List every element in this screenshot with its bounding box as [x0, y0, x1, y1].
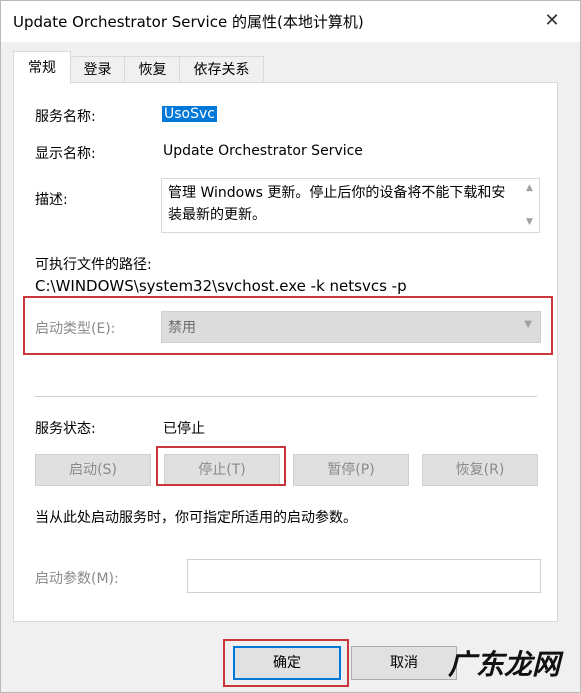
annotation-box-ok	[223, 639, 349, 687]
service-name-value[interactable]: UsoSvc	[162, 106, 217, 122]
service-status-label: 服务状态:	[35, 421, 96, 437]
annotation-box-stop	[156, 446, 286, 486]
tab-general[interactable]: 常规	[13, 51, 71, 84]
start-button[interactable]: 启动(S)	[35, 454, 151, 486]
cancel-button[interactable]: 取消	[351, 646, 457, 680]
description-text: 管理 Windows 更新。停止后你的设备将不能下载和安装最新的更新。	[168, 185, 506, 223]
description-scrollbar[interactable]: ▲ ▼	[522, 179, 539, 232]
tab-logon[interactable]: 登录	[69, 56, 126, 83]
resume-button[interactable]: 恢复(R)	[422, 454, 538, 486]
description-box[interactable]: 管理 Windows 更新。停止后你的设备将不能下载和安装最新的更新。 ▲ ▼	[161, 178, 540, 233]
start-params-hint: 当从此处启动服务时，你可指定所适用的启动参数。	[35, 510, 357, 526]
start-params-input[interactable]	[187, 559, 541, 593]
service-status-value: 已停止	[163, 421, 205, 437]
exec-path-value[interactable]: C:\WINDOWS\system32\svchost.exe -k netsv…	[35, 277, 407, 295]
start-params-label: 启动参数(M):	[35, 571, 119, 587]
service-name-label: 服务名称:	[35, 109, 96, 125]
watermark: 广东龙网	[448, 648, 561, 681]
general-panel: 服务名称: UsoSvc 显示名称: Update Orchestrator S…	[13, 82, 558, 622]
divider	[35, 396, 537, 397]
scroll-down-icon[interactable]: ▼	[526, 217, 533, 227]
window-title: Update Orchestrator Service 的属性(本地计算机)	[13, 13, 364, 31]
title-bar: Update Orchestrator Service 的属性(本地计算机) ✕	[1, 1, 580, 42]
close-icon[interactable]: ✕	[538, 7, 566, 35]
exec-path-label: 可执行文件的路径:	[35, 257, 152, 273]
tab-recovery[interactable]: 恢复	[124, 56, 181, 83]
tab-dependencies[interactable]: 依存关系	[179, 56, 264, 83]
annotation-box-startup	[23, 296, 553, 355]
display-name-label: 显示名称:	[35, 146, 96, 162]
display-name-value[interactable]: Update Orchestrator Service	[163, 143, 363, 159]
scroll-up-icon[interactable]: ▲	[526, 183, 533, 193]
service-name-row: UsoSvc	[162, 106, 217, 122]
pause-button[interactable]: 暂停(P)	[293, 454, 409, 486]
description-label: 描述:	[35, 192, 68, 208]
properties-dialog: Update Orchestrator Service 的属性(本地计算机) ✕…	[0, 0, 581, 693]
